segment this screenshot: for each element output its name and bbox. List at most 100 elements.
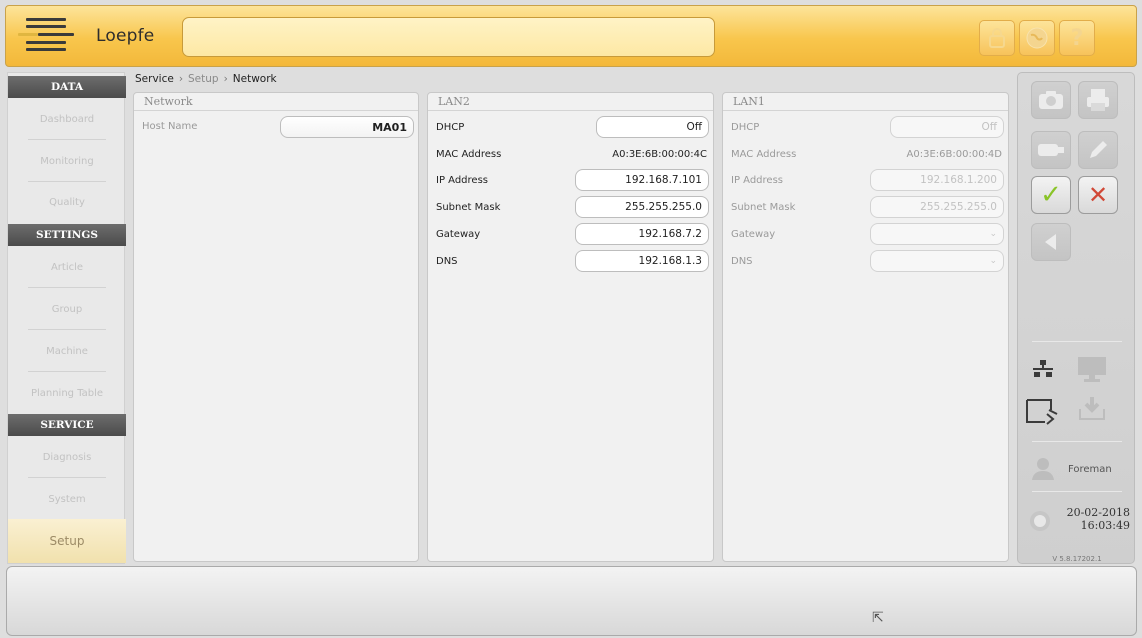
print-button[interactable]: [1078, 81, 1118, 119]
checkmark-icon: ✓: [1040, 180, 1062, 210]
breadcrumb-service[interactable]: Service: [135, 73, 174, 85]
nav-item-diagnosis[interactable]: Diagnosis: [8, 436, 126, 478]
logo-text: Loepfe: [96, 26, 155, 46]
nav-section-settings: SETTINGS: [8, 224, 126, 246]
host-name-label: Host Name: [142, 121, 198, 132]
pencil-icon: [1090, 141, 1107, 158]
lan2-ip-label: IP Address: [436, 175, 488, 186]
nav-item-quality[interactable]: Quality: [8, 182, 126, 222]
breadcrumb-separator-icon: ›: [223, 73, 228, 85]
panel-divider: [134, 110, 418, 111]
lan1-panel-title: LAN1: [733, 95, 765, 108]
clock-icon: [1028, 509, 1052, 533]
lan2-panel-title: LAN2: [438, 95, 470, 108]
lan2-gateway-field[interactable]: 192.168.7.2: [575, 223, 709, 245]
breadcrumb: Service › Setup › Network: [135, 73, 277, 85]
download-tray-icon: [1079, 397, 1105, 420]
lan2-dhcp-label: DHCP: [436, 122, 465, 133]
user-avatar[interactable]: [1028, 454, 1058, 484]
tool-divider: [1032, 491, 1122, 492]
lan1-panel: LAN1 DHCP Off MAC Address A0:3E:6B:00:00…: [722, 92, 1009, 562]
lan2-dhcp-toggle[interactable]: Off: [596, 116, 709, 138]
breadcrumb-network: Network: [232, 73, 277, 85]
edit-button[interactable]: [1078, 131, 1118, 169]
arrow-left-icon: [1045, 234, 1056, 250]
lan2-dns-field[interactable]: 192.168.1.3: [575, 250, 709, 272]
side-navigation: DATA Dashboard Monitoring Quality SETTIN…: [7, 72, 126, 564]
lan2-mac-label: MAC Address: [436, 149, 502, 160]
mouse-cursor-icon: ⇱: [872, 610, 884, 626]
lan1-dns-dropdown[interactable]: ⌄: [870, 250, 1004, 272]
memory-button[interactable]: [1031, 131, 1071, 169]
lan2-panel: LAN2 DHCP Off MAC Address A0:3E:6B:00:00…: [427, 92, 714, 562]
lan1-ip-field[interactable]: 192.168.1.200: [870, 169, 1004, 191]
lan1-dns-label: DNS: [731, 256, 753, 267]
back-button[interactable]: [1031, 223, 1071, 261]
nav-item-dashboard[interactable]: Dashboard: [8, 98, 126, 140]
app-window: Loepfe ? DATA Dashboard Monitoring Quali…: [0, 0, 1142, 638]
version-label: V 5.8.17202.1: [1052, 555, 1102, 563]
printer-icon: [1087, 89, 1109, 111]
help-button[interactable]: ?: [1059, 20, 1095, 56]
lan2-mask-label: Subnet Mask: [436, 202, 501, 213]
lan2-dns-label: DNS: [436, 256, 458, 267]
panel-divider: [428, 110, 713, 111]
nav-section-service: SERVICE: [8, 414, 126, 436]
network-panel-title: Network: [144, 95, 193, 108]
remote-screen-icon: [1026, 399, 1058, 425]
lan1-mac-label: MAC Address: [731, 149, 797, 160]
lan1-mask-field[interactable]: 255.255.255.0: [870, 196, 1004, 218]
user-icon: [1032, 458, 1054, 480]
date-label: 20-02-2018: [1066, 506, 1130, 519]
nav-item-setup[interactable]: Setup: [8, 519, 126, 563]
logo-lines-icon: [18, 16, 74, 56]
remote-access-button[interactable]: [1024, 395, 1060, 427]
cancel-button[interactable]: ✕: [1078, 176, 1118, 214]
close-icon: ✕: [1087, 181, 1109, 209]
confirm-button[interactable]: ✓: [1031, 176, 1071, 214]
host-name-field[interactable]: MA01: [280, 116, 414, 138]
lan2-mac-value: A0:3E:6B:00:00:4C: [612, 149, 707, 160]
lan1-dhcp-toggle[interactable]: Off: [890, 116, 1004, 138]
date-time: 20-02-2018 16:03:49: [1058, 506, 1130, 532]
nav-item-group[interactable]: Group: [8, 288, 126, 330]
monitor-icon: [1078, 357, 1106, 382]
nav-item-system[interactable]: System: [8, 478, 126, 520]
lan1-dhcp-label: DHCP: [731, 122, 760, 133]
download-button[interactable]: [1074, 393, 1110, 425]
lan1-gateway-dropdown[interactable]: ⌄: [870, 223, 1004, 245]
lock-icon: [989, 28, 1005, 48]
network-button[interactable]: [1028, 356, 1058, 382]
tool-panel: ✓ ✕ Foreman 20-02-2018 16:03:49 V 5.8.17…: [1017, 72, 1135, 564]
breadcrumb-separator-icon: ›: [178, 73, 184, 85]
lan2-gateway-label: Gateway: [436, 229, 481, 240]
tool-divider: [1032, 341, 1122, 342]
panel-divider: [723, 110, 1008, 111]
network-panel: Network Host Name MA01: [133, 92, 419, 562]
nav-item-monitoring[interactable]: Monitoring: [8, 140, 126, 182]
usb-icon: [1038, 144, 1064, 156]
network-icon: [1033, 360, 1053, 377]
nav-section-data: DATA: [8, 76, 126, 98]
user-role-label: Foreman: [1068, 464, 1112, 475]
screenshot-button[interactable]: [1031, 81, 1071, 119]
nav-item-planning-table[interactable]: Planning Table: [8, 372, 126, 414]
header-bar: Loepfe ?: [5, 5, 1137, 67]
nav-item-machine[interactable]: Machine: [8, 330, 126, 372]
time-label: 16:03:49: [1080, 519, 1130, 532]
lock-button[interactable]: [979, 20, 1015, 56]
chevron-down-icon: ⌄: [989, 229, 997, 239]
breadcrumb-setup[interactable]: Setup: [188, 73, 219, 85]
lan1-mask-label: Subnet Mask: [731, 202, 796, 213]
lan2-ip-field[interactable]: 192.168.7.101: [575, 169, 709, 191]
camera-icon: [1039, 91, 1063, 109]
chevron-down-icon: ⌄: [989, 256, 997, 266]
nav-item-article[interactable]: Article: [8, 246, 126, 288]
lan1-mac-value: A0:3E:6B:00:00:4D: [906, 149, 1002, 160]
message-field: [182, 17, 715, 57]
language-button[interactable]: [1019, 20, 1055, 56]
lan2-mask-field[interactable]: 255.255.255.0: [575, 196, 709, 218]
display-button[interactable]: [1074, 354, 1110, 384]
loepfe-logo: Loepfe: [14, 12, 164, 60]
lan1-gateway-label: Gateway: [731, 229, 776, 240]
